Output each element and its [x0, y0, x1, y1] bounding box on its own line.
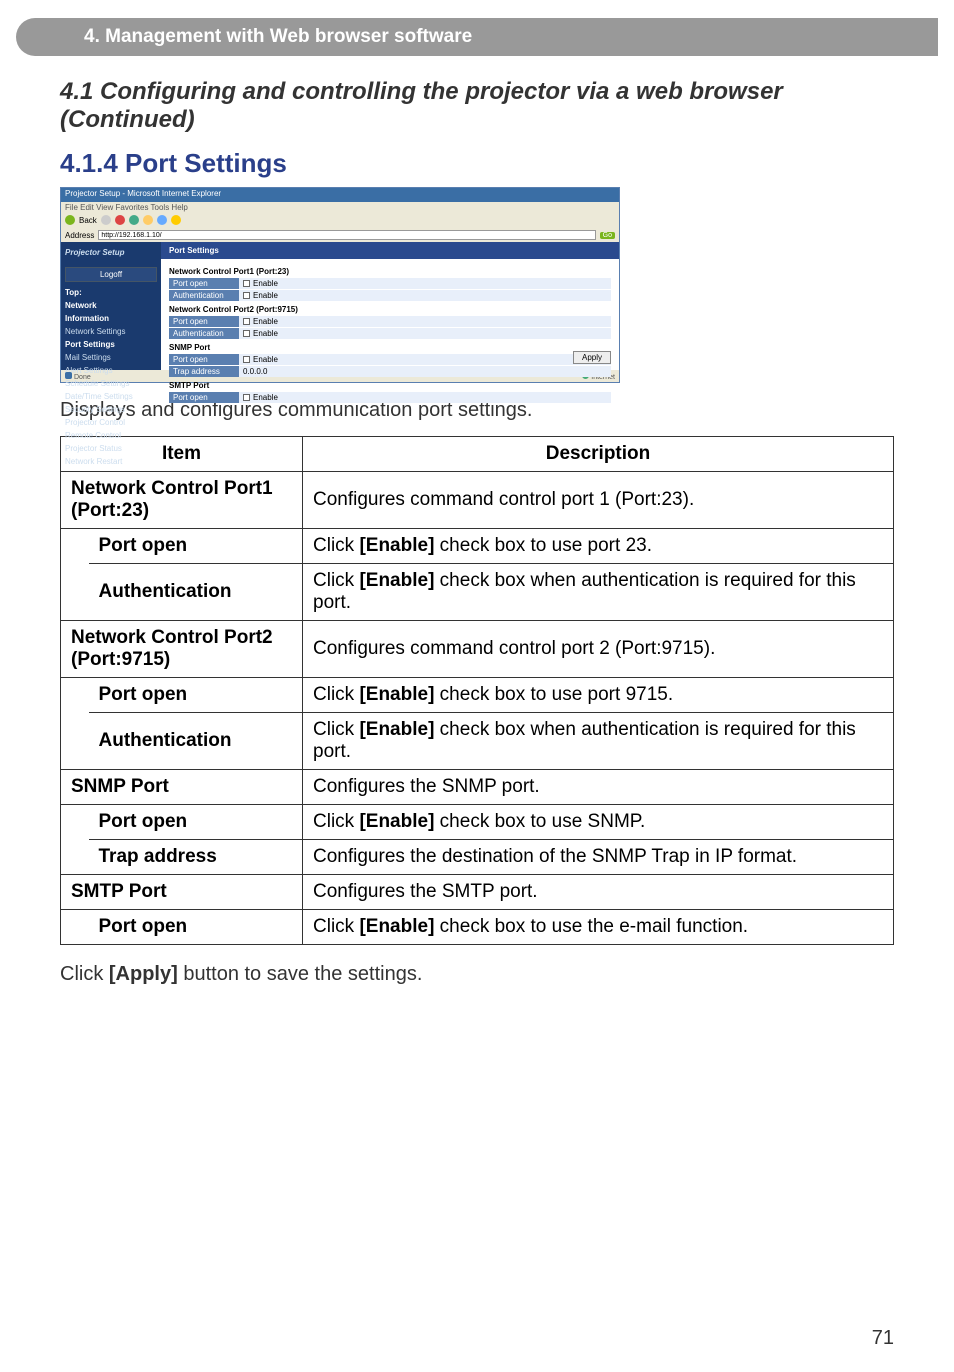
desc-ncp2-portopen: Click [Enable] check box to use port 971… [303, 678, 894, 713]
ss-enable: Enable [253, 291, 278, 300]
ss-nav-item[interactable]: Remote Control [61, 429, 161, 442]
back-icon[interactable] [65, 215, 75, 225]
ss-trap-label: Trap address [169, 366, 239, 377]
address-label: Address [65, 231, 94, 240]
ss-enable: Enable [253, 279, 278, 288]
ss-checkbox[interactable] [243, 318, 250, 325]
subsection-title: 4.1.4 Port Settings [60, 148, 894, 179]
item-smtp: SMTP Port [61, 875, 303, 910]
settings-table: Item Description Network Control Port1 (… [60, 436, 894, 945]
desc-ncp2-auth: Click [Enable] check box when authentica… [303, 713, 894, 770]
ss-content: Port Settings Network Control Port1 (Por… [161, 242, 619, 370]
item-ncp1: Network Control Port1 (Port:23) [61, 472, 303, 529]
ss-cat-top: Top: [61, 286, 161, 299]
ss-nav-item[interactable]: Projector Status [61, 442, 161, 455]
ss-enable: Enable [253, 329, 278, 338]
ss-sidebar-title: Projector Setup [61, 246, 161, 263]
desc-ncp1-portopen: Click [Enable] check box to use port 23. [303, 529, 894, 564]
ss-window-title: Projector Setup - Microsoft Internet Exp… [61, 188, 619, 202]
ss-sidebar: Projector Setup Logoff Top: Network Info… [61, 242, 161, 370]
indent [61, 805, 89, 875]
done-icon [65, 372, 72, 379]
back-label: Back [79, 216, 97, 225]
desc-ncp1: Configures command control port 1 (Port:… [303, 472, 894, 529]
search-icon[interactable] [157, 215, 167, 225]
ss-checkbox[interactable] [243, 280, 250, 287]
ss-enable: Enable [253, 355, 278, 364]
address-input[interactable] [98, 230, 595, 240]
ss-checkbox[interactable] [243, 356, 250, 363]
ss-portopen-label: Port open [169, 354, 239, 365]
ss-section3: SNMP Port [169, 343, 611, 352]
ss-auth-label: Authentication [169, 328, 239, 339]
item-smtp-portopen: Port open [89, 910, 303, 945]
ss-cat-info: Information [61, 312, 161, 325]
ss-auth-label: Authentication [169, 290, 239, 301]
ss-nav-item[interactable]: Network Restart [61, 455, 161, 468]
refresh-icon[interactable] [129, 215, 139, 225]
item-ncp2: Network Control Port2 (Port:9715) [61, 621, 303, 678]
desc-ncp2: Configures command control port 2 (Port:… [303, 621, 894, 678]
desc-snmp: Configures the SNMP port. [303, 770, 894, 805]
ss-addressbar: Address Go [61, 228, 619, 242]
item-snmp: SNMP Port [61, 770, 303, 805]
ss-nav-item[interactable]: Date/Time Settings [61, 390, 161, 403]
ss-checkbox[interactable] [243, 394, 250, 401]
ss-portopen-label: Port open [169, 316, 239, 327]
ss-enable: Enable [253, 317, 278, 326]
ss-menubar: File Edit View Favorites Tools Help [61, 202, 619, 212]
ss-nav-item[interactable]: Projector Control [61, 416, 161, 429]
item-ncp2-auth: Authentication [89, 713, 303, 770]
ss-nav-item[interactable]: Port Settings [61, 338, 161, 351]
desc-smtp-portopen: Click [Enable] check box to use the e-ma… [303, 910, 894, 945]
go-button[interactable]: Go [600, 232, 615, 239]
ss-trap-val[interactable]: 0.0.0.0 [243, 367, 267, 376]
indent [61, 678, 89, 770]
ss-done: Done [74, 374, 91, 381]
ss-checkbox[interactable] [243, 330, 250, 337]
ss-enable: Enable [253, 393, 278, 402]
ss-content-title: Port Settings [161, 242, 619, 259]
item-snmp-trap: Trap address [89, 840, 303, 875]
desc-ncp1-auth: Click [Enable] check box when authentica… [303, 564, 894, 621]
ss-nav-item[interactable]: Network Settings [61, 325, 161, 338]
ss-logoff-button[interactable]: Logoff [65, 267, 157, 282]
item-ncp1-portopen: Port open [89, 529, 303, 564]
ss-section4: SMTP Port [169, 381, 611, 390]
ss-section2: Network Control Port2 (Port:9715) [169, 305, 611, 314]
desc-smtp: Configures the SMTP port. [303, 875, 894, 910]
page-number: 71 [872, 1327, 894, 1350]
screenshot: Projector Setup - Microsoft Internet Exp… [60, 187, 620, 383]
th-desc: Description [303, 437, 894, 472]
ss-apply-button[interactable]: Apply [573, 351, 611, 364]
footer-text: Click [Apply] button to save the setting… [60, 963, 894, 986]
indent [61, 910, 89, 945]
stop-icon[interactable] [115, 215, 125, 225]
item-ncp2-portopen: Port open [89, 678, 303, 713]
ss-portopen-label: Port open [169, 392, 239, 403]
favorites-icon[interactable] [171, 215, 181, 225]
ss-portopen-label: Port open [169, 278, 239, 289]
home-icon[interactable] [143, 215, 153, 225]
desc-snmp-trap: Configures the destination of the SNMP T… [303, 840, 894, 875]
ss-section1: Network Control Port1 (Port:23) [169, 267, 611, 276]
desc-snmp-portopen: Click [Enable] check box to use SNMP. [303, 805, 894, 840]
ss-cat-network: Network [61, 299, 161, 312]
forward-icon [101, 215, 111, 225]
ss-nav-item[interactable]: Security Settings [61, 403, 161, 416]
chapter-header: 4. Management with Web browser software [16, 18, 938, 56]
indent [61, 529, 89, 621]
ss-toolbar: Back [61, 212, 619, 228]
section-title: 4.1 Configuring and controlling the proj… [60, 78, 894, 134]
chapter-title: 4. Management with Web browser software [84, 26, 472, 48]
ss-checkbox[interactable] [243, 292, 250, 299]
item-ncp1-auth: Authentication [89, 564, 303, 621]
item-snmp-portopen: Port open [89, 805, 303, 840]
ss-nav-item[interactable]: Mail Settings [61, 351, 161, 364]
